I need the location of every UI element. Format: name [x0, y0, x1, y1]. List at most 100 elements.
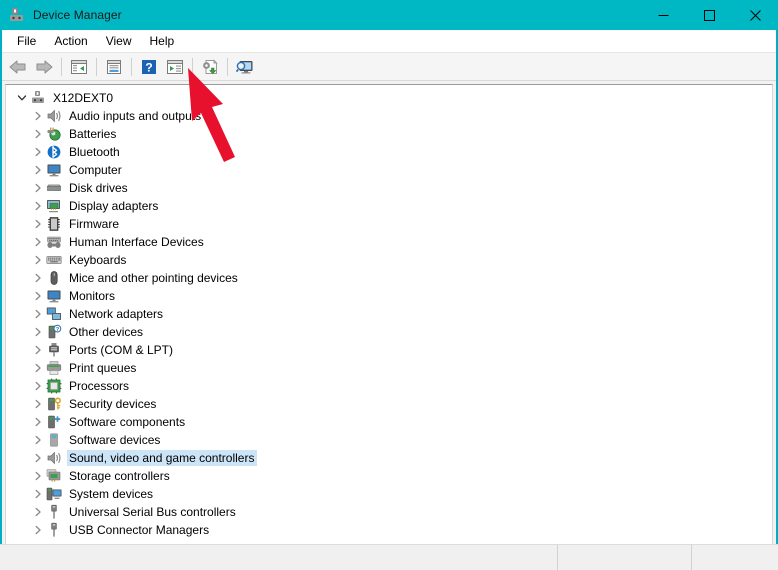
chevron-right-icon[interactable] [30, 107, 46, 125]
toolbar-separator-2 [96, 58, 97, 76]
tree-item-network-adapters[interactable]: Network adapters [6, 305, 772, 323]
tree-item-storage-controllers[interactable]: Storage controllers [6, 467, 772, 485]
tree-item-display-adapters[interactable]: Display adapters [6, 197, 772, 215]
title-bar: Device Manager [0, 0, 778, 30]
tree-item-bluetooth[interactable]: Bluetooth [6, 143, 772, 161]
tree-item-disk-drives[interactable]: Disk drives [6, 179, 772, 197]
chevron-right-icon[interactable] [30, 251, 46, 269]
properties-button[interactable] [101, 55, 127, 79]
tree-item-sound-video-and-game-controllers[interactable]: Sound, video and game controllers [6, 449, 772, 467]
chevron-right-icon[interactable] [30, 197, 46, 215]
toolbar: ? [2, 53, 776, 81]
tree-item-universal-serial-bus-controllers[interactable]: Universal Serial Bus controllers [6, 503, 772, 521]
tree-item-label: Software devices [67, 432, 163, 448]
chevron-right-icon[interactable] [30, 395, 46, 413]
printer-icon [46, 360, 62, 376]
show-hidden-devices-button[interactable] [232, 55, 258, 79]
menu-item-file[interactable]: File [8, 32, 45, 50]
bluetooth-icon [46, 144, 62, 160]
tree-item-label: Network adapters [67, 306, 166, 322]
chevron-right-icon[interactable] [30, 413, 46, 431]
chevron-right-icon[interactable] [30, 521, 46, 539]
tree-item-label: Monitors [67, 288, 118, 304]
toolbar-separator-3 [131, 58, 132, 76]
scan-for-hardware-changes-button[interactable] [197, 55, 223, 79]
tree-root-node[interactable]: X12DEXT0 [6, 89, 772, 107]
tree-item-ports-com-and-lpt[interactable]: Ports (COM & LPT) [6, 341, 772, 359]
show-hide-action-pane-button[interactable] [162, 55, 188, 79]
menu-item-help[interactable]: Help [141, 32, 184, 50]
chevron-right-icon[interactable] [30, 161, 46, 179]
close-button[interactable] [732, 0, 778, 30]
chevron-right-icon[interactable] [30, 467, 46, 485]
hid-icon [46, 234, 62, 250]
tree-item-keyboards[interactable]: Keyboards [6, 251, 772, 269]
chevron-right-icon[interactable] [30, 179, 46, 197]
status-pane-third [692, 545, 778, 570]
tree-item-usb-connector-managers[interactable]: USB Connector Managers [6, 521, 772, 539]
software-device-icon [46, 432, 62, 448]
chevron-down-icon[interactable] [14, 89, 30, 107]
chevron-right-icon[interactable] [30, 431, 46, 449]
tree-item-print-queues[interactable]: Print queues [6, 359, 772, 377]
battery-icon [46, 126, 62, 142]
menu-bar: File Action View Help [2, 30, 776, 53]
menu-item-action[interactable]: Action [45, 32, 96, 50]
chevron-right-icon[interactable] [30, 215, 46, 233]
chevron-right-icon[interactable] [30, 377, 46, 395]
tree-item-software-devices[interactable]: Software devices [6, 431, 772, 449]
tree-item-security-devices[interactable]: Security devices [6, 395, 772, 413]
tree-item-label: Mice and other pointing devices [67, 270, 241, 286]
tree-item-other-devices[interactable]: ? Other devices [6, 323, 772, 341]
tree-item-label: Software components [67, 414, 188, 430]
tree-item-batteries[interactable]: Batteries [6, 125, 772, 143]
tree-item-monitors[interactable]: Monitors [6, 287, 772, 305]
tree-item-firmware[interactable]: Firmware [6, 215, 772, 233]
tree-item-label: Firmware [67, 216, 122, 232]
menu-item-view[interactable]: View [97, 32, 141, 50]
minimize-button[interactable] [640, 0, 686, 30]
chevron-right-icon[interactable] [30, 269, 46, 287]
speaker-icon [46, 450, 62, 466]
mouse-icon [46, 270, 62, 286]
software-component-icon [46, 414, 62, 430]
toolbar-separator-5 [227, 58, 228, 76]
chevron-right-icon[interactable] [30, 341, 46, 359]
computer-icon [46, 162, 62, 178]
status-pane-main [0, 545, 558, 570]
tree-item-computer[interactable]: Computer [6, 161, 772, 179]
tree-item-mice-and-other-pointing-devices[interactable]: Mice and other pointing devices [6, 269, 772, 287]
tree-item-label: Security devices [67, 396, 159, 412]
usb-icon [46, 522, 62, 538]
chevron-right-icon[interactable] [30, 485, 46, 503]
maximize-button[interactable] [686, 0, 732, 30]
tree-item-audio-inputs-and-outputs[interactable]: Audio inputs and outputs [6, 107, 772, 125]
keyboard-icon [46, 252, 62, 268]
chevron-right-icon[interactable] [30, 125, 46, 143]
chevron-right-icon[interactable] [30, 305, 46, 323]
display-adapter-icon [46, 198, 62, 214]
show-hide-console-tree-button[interactable] [66, 55, 92, 79]
back-button[interactable] [5, 55, 31, 79]
device-tree[interactable]: X12DEXT0 Audio inputs and outputs [5, 84, 773, 544]
content-area: X12DEXT0 Audio inputs and outputs [2, 81, 776, 544]
chevron-right-icon[interactable] [30, 233, 46, 251]
tree-item-software-components[interactable]: Software components [6, 413, 772, 431]
chevron-right-icon[interactable] [30, 323, 46, 341]
chevron-right-icon[interactable] [30, 287, 46, 305]
forward-button[interactable] [31, 55, 57, 79]
tree-item-system-devices[interactable]: System devices [6, 485, 772, 503]
tree-item-label: Print queues [67, 360, 139, 376]
toolbar-separator-1 [61, 58, 62, 76]
help-button[interactable]: ? [136, 55, 162, 79]
tree-item-label: System devices [67, 486, 156, 502]
chevron-right-icon[interactable] [30, 503, 46, 521]
chevron-right-icon[interactable] [30, 449, 46, 467]
tree-item-processors[interactable]: Processors [6, 377, 772, 395]
tree-item-human-interface-devices[interactable]: Human Interface Devices [6, 233, 772, 251]
tree-item-label: Ports (COM & LPT) [67, 342, 176, 358]
storage-controller-icon [46, 468, 62, 484]
chevron-right-icon[interactable] [30, 143, 46, 161]
usb-icon [46, 504, 62, 520]
chevron-right-icon[interactable] [30, 359, 46, 377]
